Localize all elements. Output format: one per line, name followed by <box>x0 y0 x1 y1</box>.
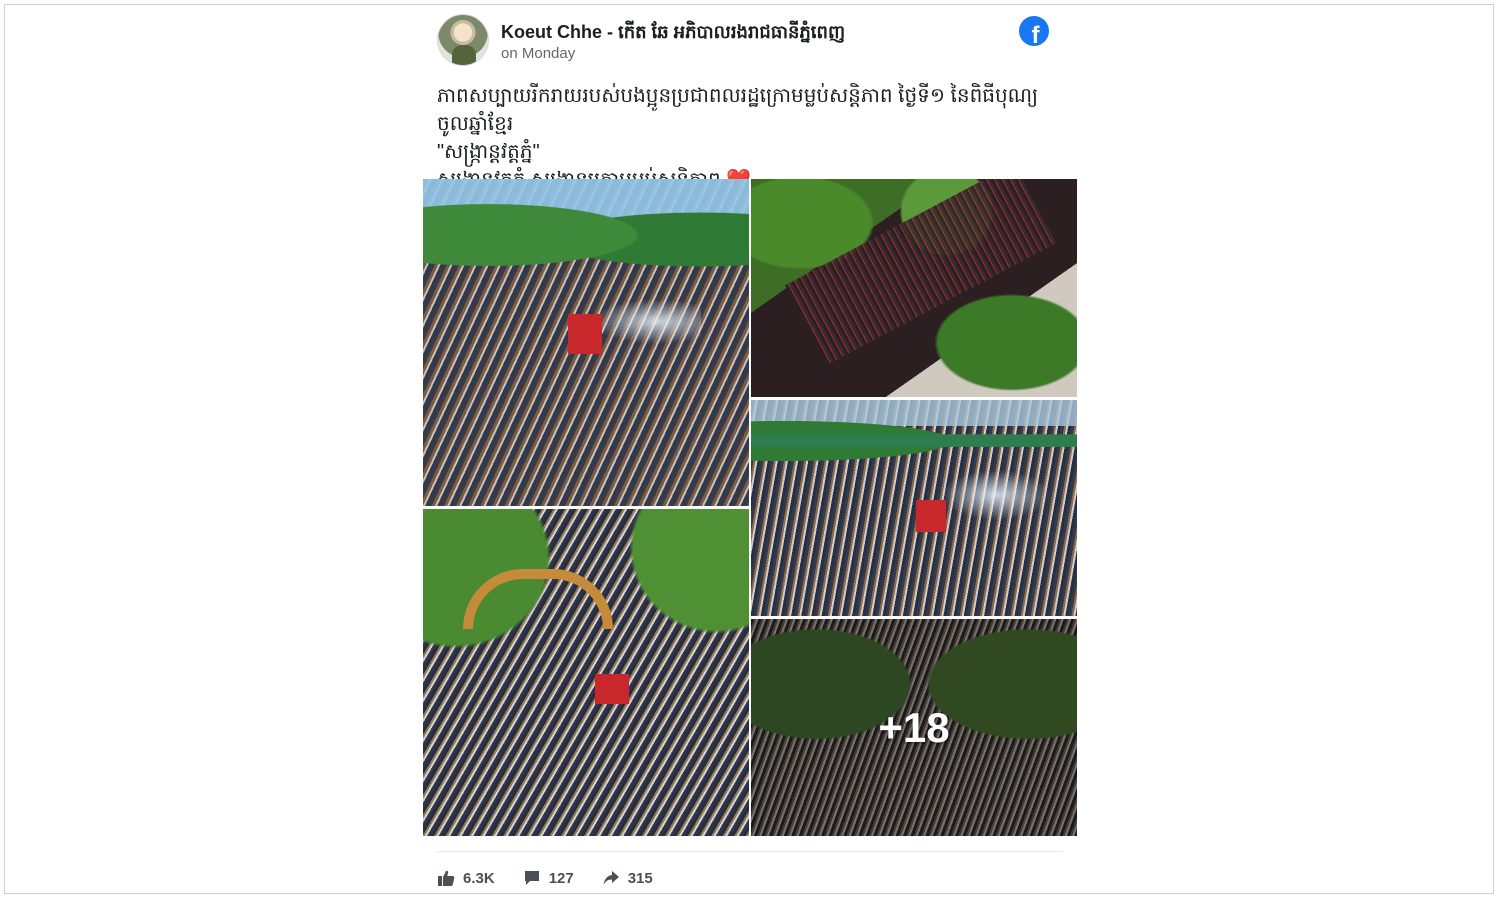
author-avatar[interactable] <box>437 14 489 66</box>
more-photos-count[interactable]: +18 <box>751 619 1077 836</box>
photo-detail <box>591 299 701 344</box>
post-header: Koeut Chhe - កើត ឆែ អភិបាលរងរាជធានីភ្នំព… <box>437 14 1077 70</box>
facebook-icon[interactable]: f <box>1019 16 1049 46</box>
shares-stat[interactable]: 315 <box>602 869 653 887</box>
post-timestamp[interactable]: on Monday <box>501 45 575 62</box>
photo-detail <box>595 674 629 704</box>
photo-detail <box>941 470 1051 520</box>
likes-stat[interactable]: 6.3K <box>437 869 495 887</box>
share-icon <box>603 871 619 885</box>
caption-line: "សង្ក្រាន្តវត្តភ្នំ" <box>437 141 540 163</box>
like-icon <box>438 870 455 886</box>
photo-detail <box>423 199 749 289</box>
photo-5-more[interactable]: +18 <box>751 619 1077 836</box>
caption-line: ភាពសប្បាយរីករាយរបស់បងប្អូនប្រជាពលរដ្ឋក្រ… <box>437 85 1039 135</box>
photo-detail <box>751 406 1077 476</box>
photo-detail <box>568 314 602 354</box>
photo-4[interactable] <box>423 509 749 836</box>
likes-count: 6.3K <box>463 869 495 887</box>
comment-icon <box>524 871 539 885</box>
photo-detail <box>916 500 946 532</box>
divider <box>437 851 1063 852</box>
photo-1[interactable] <box>423 179 749 506</box>
comments-stat[interactable]: 127 <box>523 869 574 887</box>
photo-3[interactable] <box>751 400 1077 616</box>
photo-2[interactable] <box>751 179 1077 397</box>
facebook-post-embed: Koeut Chhe - កើត ឆែ អភិបាលរងរាជធានីភ្នំព… <box>423 0 1077 900</box>
post-caption: ភាពសប្បាយរីករាយរបស់បងប្អូនប្រជាពលរដ្ឋក្រ… <box>437 82 1067 194</box>
photo-detail <box>785 179 1057 365</box>
shares-count: 315 <box>627 869 653 887</box>
photo-detail <box>463 569 613 629</box>
engagement-stats: 6.3K 127 315 <box>437 866 681 890</box>
comments-count: 127 <box>548 869 574 887</box>
author-name[interactable]: Koeut Chhe - កើត ឆែ អភិបាលរងរាជធានីភ្នំព… <box>501 20 845 47</box>
